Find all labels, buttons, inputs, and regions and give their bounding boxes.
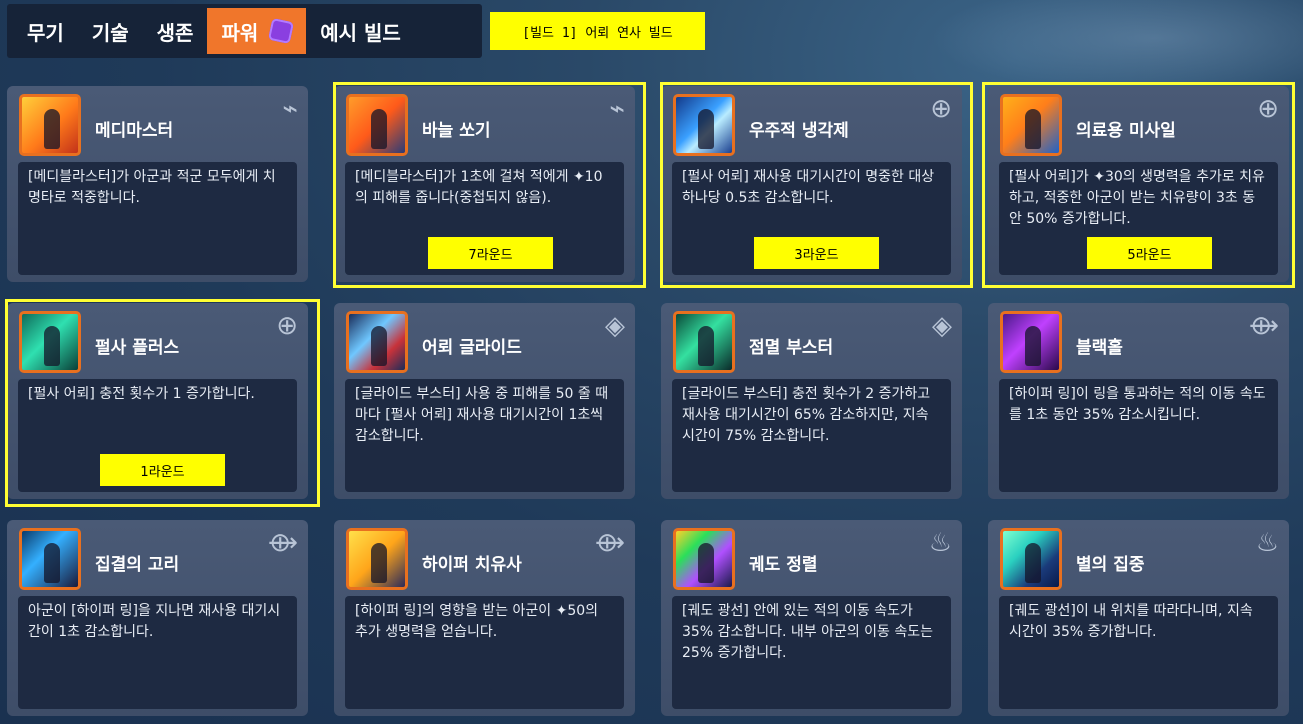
ability-icon: ⊕ [276, 311, 298, 341]
power-card[interactable]: 궤도 정렬 ♨ [궤도 광선] 안에 있는 적의 이동 속도가 35% 감소합니… [661, 520, 962, 716]
power-card[interactable]: 블랙홀 ⟴ [하이퍼 링]이 링을 통과하는 적의 이동 속도를 1초 동안 3… [988, 303, 1289, 499]
ring-icon: ⟴ [1248, 311, 1279, 341]
weapon-icon: ⌁ [609, 94, 625, 124]
card-description: [하이퍼 링]이 링을 통과하는 적의 이동 속도를 1초 동안 35% 감소시… [999, 379, 1278, 492]
card-title: 궤도 정렬 [749, 555, 818, 575]
ring-icon: ⟴ [594, 528, 625, 558]
card-description: 아군이 [하이퍼 링]을 지나면 재사용 대기시간이 1초 감소합니다. [18, 596, 297, 709]
tab-example-build[interactable]: 예시 빌드 [306, 8, 415, 54]
card-title: 의료용 미사일 [1076, 121, 1176, 141]
power-card[interactable]: 바늘 쏘기 ⌁ [메디블라스터]가 1초에 걸쳐 적에게 ✦10의 피해를 줍니… [334, 86, 635, 282]
card-art-icon [1000, 311, 1062, 373]
power-card[interactable]: 어뢰 글라이드 ◈ [글라이드 부스터] 사용 중 피해를 50 줄 때마다 [… [334, 303, 635, 499]
card-title: 블랙홀 [1076, 338, 1123, 358]
card-description: [글라이드 부스터] 충전 횟수가 2 증가하고 재사용 대기시간이 65% 감… [672, 379, 951, 492]
card-art-icon [673, 528, 735, 590]
ability-icon: ⊕ [1257, 94, 1279, 124]
power-card[interactable]: 점멸 부스터 ◈ [글라이드 부스터] 충전 횟수가 2 증가하고 재사용 대기… [661, 303, 962, 499]
ultimate-icon: ♨ [928, 528, 952, 558]
card-title: 별의 집중 [1076, 555, 1145, 575]
power-gem-icon [268, 17, 295, 45]
ultimate-icon: ♨ [1255, 528, 1279, 558]
hero-background [930, 0, 1303, 95]
tab-bar: 무기 기술 생존 파워 예시 빌드 [7, 4, 482, 58]
build-label: [빌드 1] 어뢰 연사 빌드 [490, 12, 705, 50]
diamond-icon: ◈ [932, 311, 952, 341]
card-art-icon [1000, 94, 1062, 156]
card-title: 집결의 고리 [95, 555, 180, 575]
card-description: [글라이드 부스터] 사용 중 피해를 50 줄 때마다 [펄사 어뢰] 재사용… [345, 379, 624, 492]
card-title: 하이퍼 치유사 [422, 555, 522, 575]
power-card[interactable]: 펄사 플러스 ⊕ [펄사 어뢰] 충전 횟수가 1 증가합니다. 1라운드 [7, 303, 308, 499]
card-title: 점멸 부스터 [749, 338, 834, 358]
card-art-icon [673, 311, 735, 373]
round-badge: 1라운드 [100, 454, 225, 486]
power-card[interactable]: 메디마스터 ⌁ [메디블라스터]가 아군과 적군 모두에게 치명타로 적중합니다… [7, 86, 308, 282]
card-title: 메디마스터 [95, 121, 174, 141]
power-card[interactable]: 하이퍼 치유사 ⟴ [하이퍼 링]의 영향을 받는 아군이 ✦50의 추가 생명… [334, 520, 635, 716]
tab-skill[interactable]: 기술 [78, 8, 143, 54]
power-card[interactable]: 별의 집중 ♨ [궤도 광선]이 내 위치를 따라다니며, 지속 시간이 35%… [988, 520, 1289, 716]
power-card[interactable]: 의료용 미사일 ⊕ [펄사 어뢰]가 ✦30의 생명력을 추가로 치유하고, 적… [988, 86, 1289, 282]
tab-power[interactable]: 파워 [207, 8, 307, 54]
round-badge: 7라운드 [428, 237, 553, 269]
card-description: [하이퍼 링]의 영향을 받는 아군이 ✦50의 추가 생명력을 얻습니다. [345, 596, 624, 709]
round-badge: 3라운드 [754, 237, 879, 269]
card-title: 우주적 냉각제 [749, 121, 849, 141]
card-art-icon [19, 528, 81, 590]
card-art-icon [19, 94, 81, 156]
card-description: [궤도 광선] 안에 있는 적의 이동 속도가 35% 감소합니다. 내부 아군… [672, 596, 951, 709]
round-badge: 5라운드 [1087, 237, 1212, 269]
power-card[interactable]: 집결의 고리 ⟴ 아군이 [하이퍼 링]을 지나면 재사용 대기시간이 1초 감… [7, 520, 308, 716]
card-art-icon [673, 94, 735, 156]
card-art-icon [346, 311, 408, 373]
ring-icon: ⟴ [267, 528, 298, 558]
tab-weapon[interactable]: 무기 [13, 8, 78, 54]
card-art-icon [346, 94, 408, 156]
ability-icon: ⊕ [930, 94, 952, 124]
power-card[interactable]: 우주적 냉각제 ⊕ [펄사 어뢰] 재사용 대기시간이 명중한 대상 하나당 0… [661, 86, 962, 282]
card-art-icon [1000, 528, 1062, 590]
card-description: [궤도 광선]이 내 위치를 따라다니며, 지속 시간이 35% 증가합니다. [999, 596, 1278, 709]
diamond-icon: ◈ [605, 311, 625, 341]
weapon-icon: ⌁ [282, 94, 298, 124]
card-title: 바늘 쏘기 [422, 121, 491, 141]
tab-power-label: 파워 [221, 20, 259, 45]
card-title: 펄사 플러스 [95, 338, 180, 358]
card-art-icon [19, 311, 81, 373]
tab-survival[interactable]: 생존 [143, 8, 208, 54]
card-art-icon [346, 528, 408, 590]
card-description: [메디블라스터]가 아군과 적군 모두에게 치명타로 적중합니다. [18, 162, 297, 275]
card-title: 어뢰 글라이드 [422, 338, 522, 358]
